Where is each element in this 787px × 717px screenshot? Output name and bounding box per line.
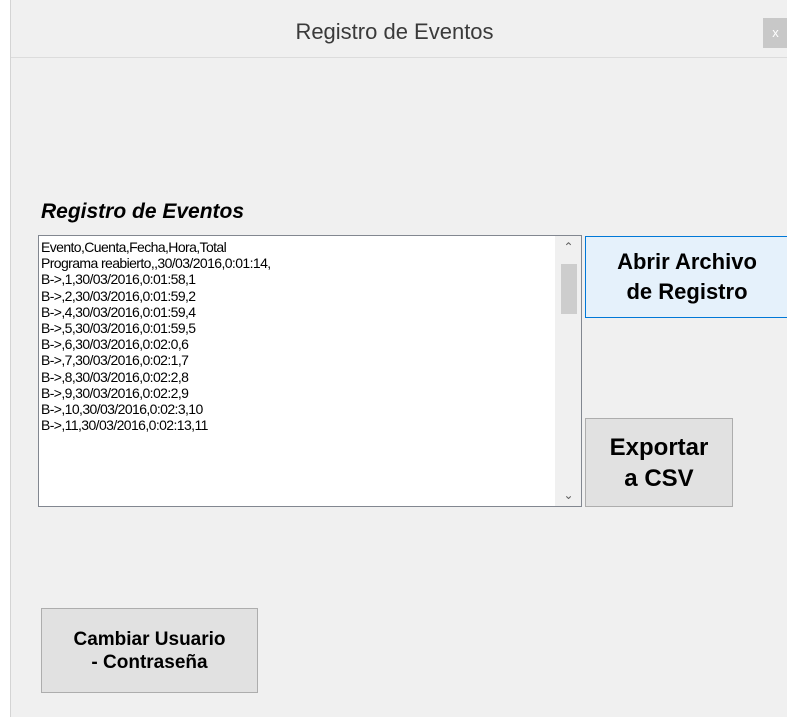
title-bar[interactable]: Registro de Eventos x (11, 0, 787, 58)
list-item[interactable]: B->,8,30/03/2016,0:02:2,8 (41, 369, 541, 385)
open-log-file-label: Abrir Archivo de Registro (617, 249, 757, 304)
log-section-label: Registro de Eventos (41, 200, 245, 223)
change-user-password-button[interactable]: Cambiar Usuario - Contraseña (41, 608, 258, 693)
open-log-file-button[interactable]: Abrir Archivo de Registro (585, 236, 787, 318)
event-log-lines: Evento,Cuenta,Fecha,Hora,Total Programa r… (41, 239, 541, 433)
event-log-listbox[interactable]: Evento,Cuenta,Fecha,Hora,Total Programa r… (38, 235, 582, 507)
change-user-password-label: Cambiar Usuario - Contraseña (73, 628, 226, 673)
list-item[interactable]: Evento,Cuenta,Fecha,Hora,Total (41, 239, 541, 255)
list-item[interactable]: Programa reabierto,,30/03/2016,0:01:14, (41, 255, 541, 271)
window-title: Registro de Eventos (295, 19, 494, 44)
vertical-scrollbar[interactable]: ⌃ ⌄ (555, 236, 581, 506)
list-item[interactable]: B->,4,30/03/2016,0:01:59,4 (41, 304, 541, 320)
chevron-up-icon[interactable]: ⌃ (556, 236, 581, 258)
client-area: Registro de Eventos Evento,Cuenta,Fecha,… (11, 58, 787, 717)
app-window: Registro de Eventos x Registro de Evento… (10, 0, 787, 717)
export-csv-label: Exportar a CSV (609, 433, 709, 492)
export-csv-button[interactable]: Exportar a CSV (585, 418, 733, 507)
list-item[interactable]: B->,10,30/03/2016,0:02:3,10 (41, 401, 541, 417)
chevron-down-icon[interactable]: ⌄ (556, 484, 581, 506)
list-item[interactable]: B->,11,30/03/2016,0:02:13,11 (41, 417, 541, 433)
list-item[interactable]: B->,5,30/03/2016,0:01:59,5 (41, 320, 541, 336)
scrollbar-thumb[interactable] (561, 264, 577, 314)
list-item[interactable]: B->,9,30/03/2016,0:02:2,9 (41, 385, 541, 401)
list-item[interactable]: B->,1,30/03/2016,0:01:58,1 (41, 271, 541, 287)
close-button[interactable]: x (763, 18, 787, 48)
list-item[interactable]: B->,6,30/03/2016,0:02:0,6 (41, 336, 541, 352)
list-item[interactable]: B->,2,30/03/2016,0:01:59,2 (41, 288, 541, 304)
list-item[interactable]: B->,7,30/03/2016,0:02:1,7 (41, 352, 541, 368)
